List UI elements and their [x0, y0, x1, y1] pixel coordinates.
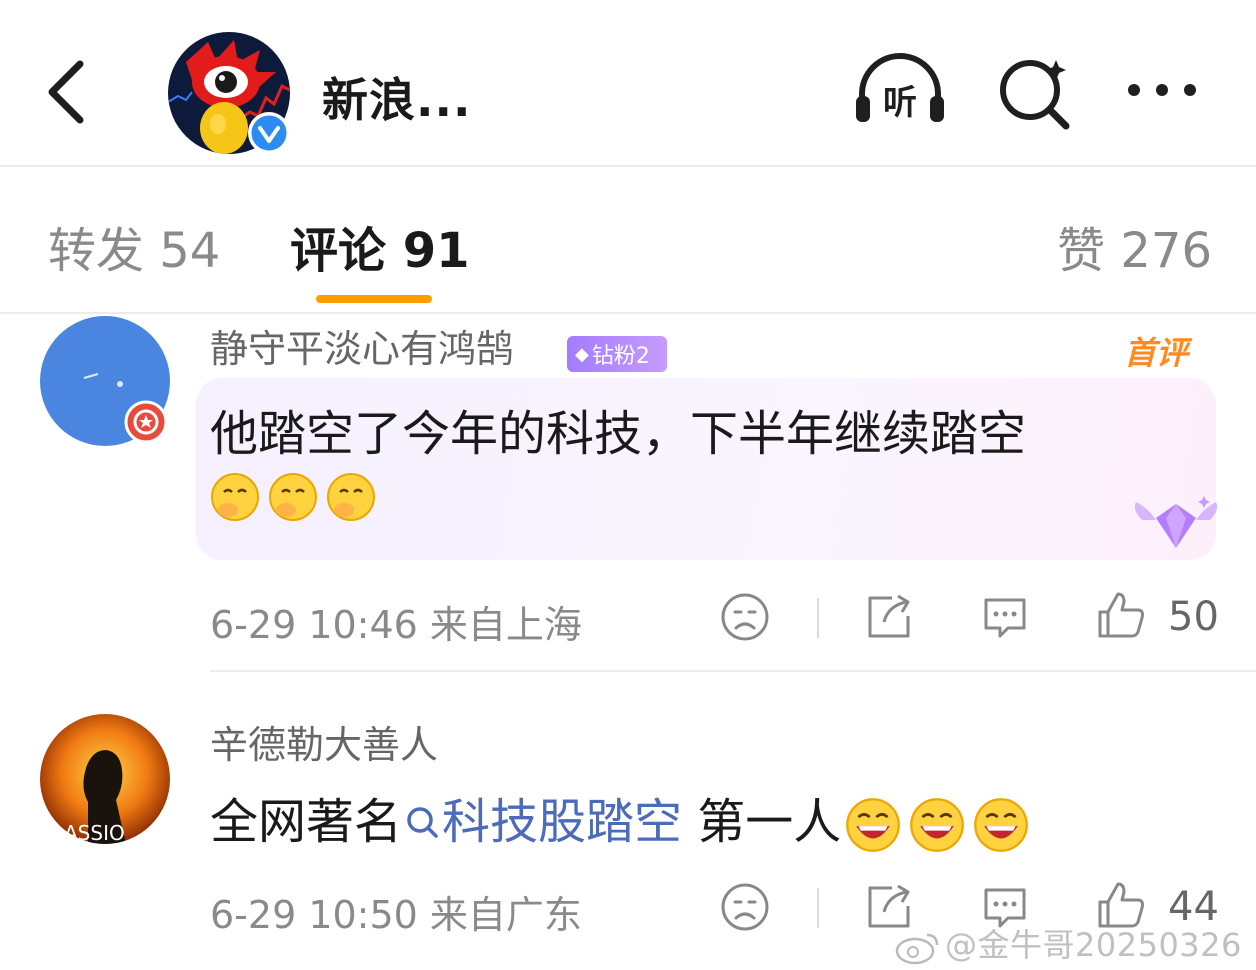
- listen-label: 听: [883, 83, 917, 123]
- share-icon[interactable]: [862, 590, 916, 644]
- action-separator: [817, 598, 819, 638]
- tab-repost[interactable]: 转发 54: [48, 211, 220, 281]
- thinking-emoji-icon: [269, 473, 317, 521]
- search-button[interactable]: [990, 52, 1086, 132]
- tab-bar: 转发 54 评论 91 赞 276: [0, 167, 1256, 313]
- tab-comment[interactable]: 评论 91: [290, 211, 470, 281]
- search-icon: [1000, 60, 1070, 130]
- fan-level-badge[interactable]: ◆ 钻粉2: [567, 336, 667, 372]
- reply-comment-icon[interactable]: [978, 590, 1032, 644]
- top-bar: 新浪... 听: [0, 0, 1256, 165]
- weibo-logo-icon: [895, 933, 939, 965]
- laughing-emoji-icon: [846, 798, 901, 852]
- comment-text-after: 第一人: [682, 794, 842, 850]
- diamond-wings-icon: [1134, 496, 1218, 548]
- like-count: 50: [1168, 594, 1219, 640]
- fan-badge-label: 钻粉2: [591, 344, 650, 369]
- comment-meta: 6-29 10:46 来自上海: [210, 603, 582, 647]
- headphones-listen-icon: 听: [856, 53, 944, 123]
- watermark: @金牛哥20250326: [895, 920, 1242, 966]
- thinking-emoji-icon: [327, 473, 375, 521]
- emoji-row: [210, 466, 384, 522]
- like-thumb-icon[interactable]: [1094, 588, 1148, 642]
- watermark-text: @金牛哥20250326: [945, 926, 1242, 964]
- action-separator: [817, 888, 819, 928]
- comment-meta: 6-29 10:50 来自广东: [210, 893, 582, 937]
- diamond-icon: ◆: [575, 343, 589, 365]
- active-tab-indicator: [316, 295, 432, 303]
- avatar-text: ASSIO: [64, 821, 125, 844]
- laughing-emoji-icon: [910, 798, 965, 852]
- comment-text-before: 全网著名: [210, 794, 403, 850]
- commenter-name[interactable]: 静守平淡心有鸿鹄: [210, 318, 514, 373]
- member-star-icon: [124, 400, 168, 444]
- more-button[interactable]: [1118, 52, 1214, 132]
- listen-button[interactable]: 听: [852, 52, 948, 132]
- first-comment-badge: 首评: [1124, 334, 1189, 372]
- topic-search-icon: [407, 807, 438, 838]
- comment-item: 静守平淡心有鸿鹄 ◆ 钻粉2 首评 他踏空了今年的科技，下半年继续踏空 6-29…: [0, 314, 1256, 672]
- comment-text: 他踏空了今年的科技，下半年继续踏空: [210, 406, 1027, 462]
- fire-portrait-avatar-image: ASSIO: [40, 714, 170, 844]
- verified-v-icon: [248, 112, 290, 154]
- laughing-emoji-icon: [974, 798, 1029, 852]
- page-title: 新浪...: [322, 73, 472, 127]
- tab-like[interactable]: 赞 276: [1057, 211, 1212, 281]
- dislike-face-icon[interactable]: [718, 880, 772, 934]
- commenter-name[interactable]: 辛德勒大善人: [210, 714, 438, 769]
- comment-text: 全网著名 科技股踏空 第一人: [210, 782, 1037, 853]
- back-chevron-icon: [48, 60, 84, 124]
- verified-badge: [248, 112, 290, 154]
- topic-link-label: 科技股踏空: [442, 794, 683, 850]
- thinking-emoji-icon: [211, 473, 259, 521]
- more-icon: [1128, 84, 1196, 96]
- back-button[interactable]: [38, 52, 98, 132]
- dislike-face-icon[interactable]: [718, 590, 772, 644]
- topic-link[interactable]: 科技股踏空: [402, 794, 682, 850]
- commenter-avatar[interactable]: ASSIO: [40, 714, 170, 844]
